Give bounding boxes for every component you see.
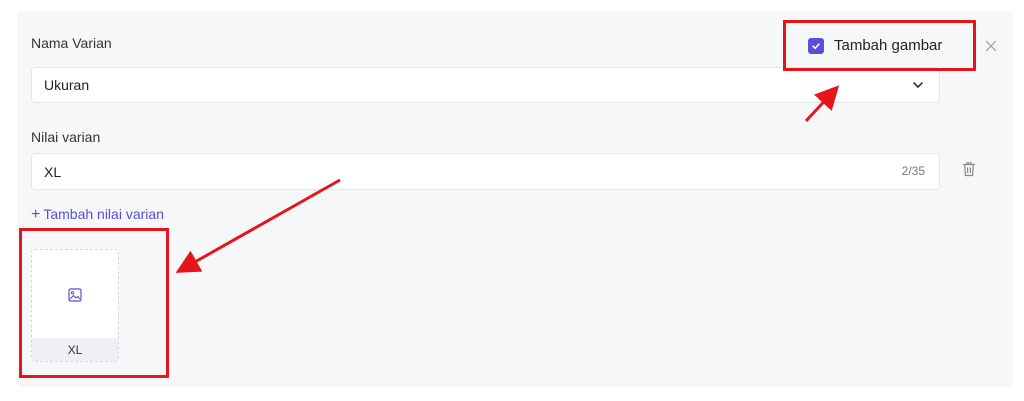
annotation-arrows bbox=[175, 85, 840, 273]
annotation-arrow bbox=[175, 178, 341, 273]
annotation-arrow bbox=[804, 85, 840, 123]
